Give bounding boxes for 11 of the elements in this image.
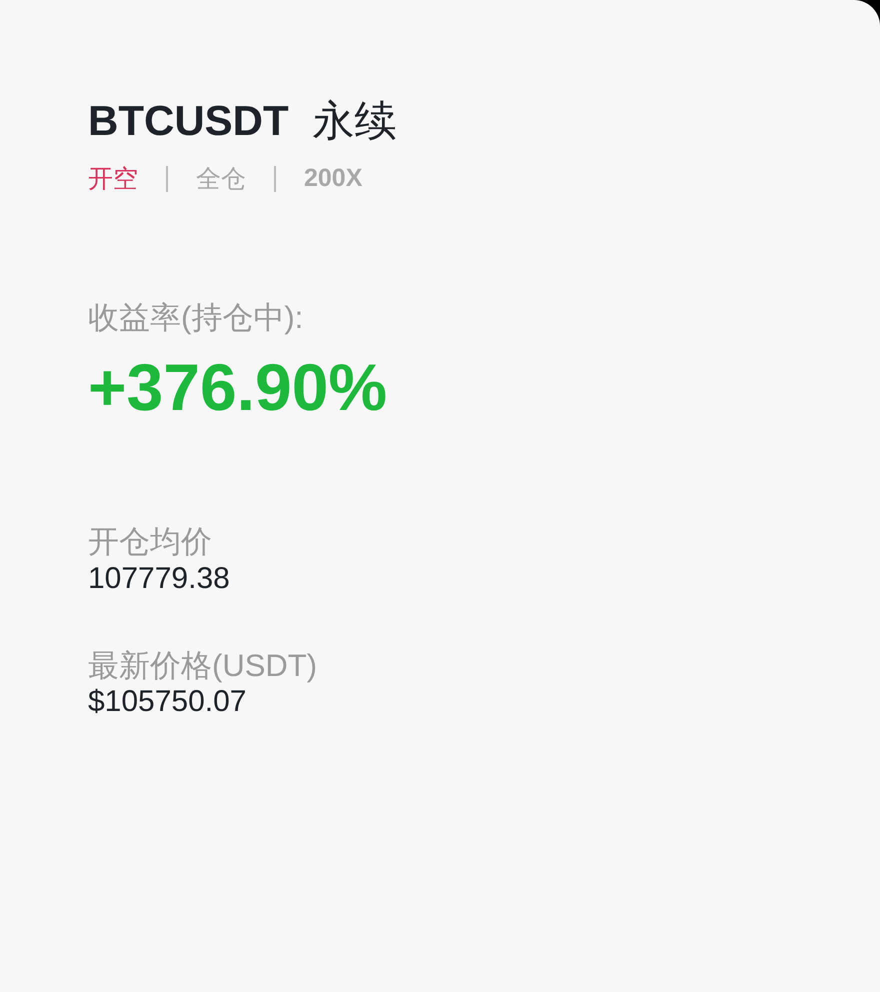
contract-type: 永续 [312, 96, 397, 146]
stat-label: 最新价格(USDT) [88, 646, 318, 684]
stat-label: 开仓均价 [88, 523, 213, 561]
roi-label: 收益率(持仓中): [88, 299, 304, 338]
position-tag: 200X [304, 164, 362, 194]
position-tag: 开空 [88, 162, 138, 196]
roi-value: +376.90% [88, 349, 388, 426]
position-tag: 全仓 [196, 162, 246, 196]
stat-value: $105750.07 [88, 684, 248, 720]
stat-value: 107779.38 [88, 560, 231, 597]
symbol-title: BTCUSDT [88, 96, 289, 146]
